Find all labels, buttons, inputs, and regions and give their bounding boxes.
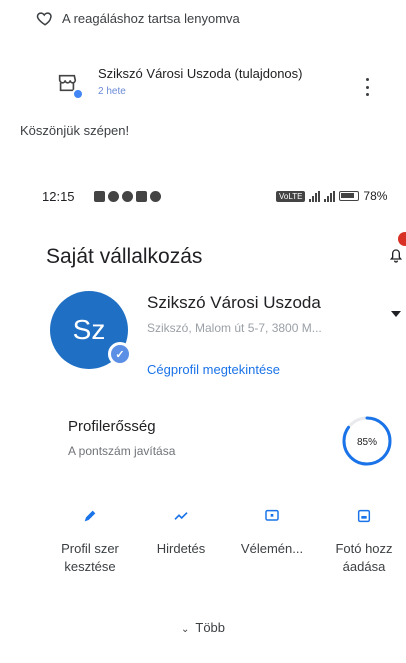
business-address: Szikszó, Malom út 5-7, 3800 M... [147, 321, 322, 335]
photo-icon [354, 506, 374, 526]
chevron-down-icon: ⌄ [180, 624, 190, 635]
quick-actions: Profil szer kesztése Hirdetés Vélemén...… [50, 506, 406, 596]
review-icon [262, 506, 282, 526]
location-icon [122, 191, 133, 202]
action-label: Profil szer kesztése [61, 541, 119, 574]
strength-title[interactable]: Profilerősség [68, 418, 156, 435]
verified-check-icon: ✓ [108, 342, 132, 366]
trending-up-icon [171, 506, 191, 526]
action-label: Vélemén... [240, 541, 304, 556]
strength-ring[interactable]: 85% [340, 414, 394, 468]
tools-icon [136, 191, 147, 202]
dropdown-caret-icon[interactable] [391, 311, 401, 317]
status-time: 12:15 [42, 189, 75, 204]
verified-badge-icon [72, 88, 84, 100]
notification-badge [398, 232, 406, 246]
action-reviews[interactable]: Vélemén... [230, 506, 314, 558]
heart-icon[interactable] [36, 9, 54, 27]
reply-text: Köszönjük szépen! [20, 123, 130, 138]
action-ads[interactable]: Hirdetés [146, 506, 216, 558]
signal-icon [309, 190, 321, 202]
react-hint-text: A reagáláshoz tartsa lenyomva [62, 10, 240, 26]
volte-icon: VoLTE [276, 190, 306, 202]
more-label: Több [195, 620, 226, 635]
page-title: Saját vállalkozás [46, 245, 203, 268]
status-bar: 12:15 VoLTE 78% [0, 185, 406, 209]
action-label: Fotó hozz áadása [335, 541, 393, 574]
gallery-icon [94, 191, 105, 202]
more-options-icon[interactable] [366, 78, 370, 96]
reply-time: 2 hete [98, 86, 126, 97]
view-profile-link[interactable]: Cégprofil megtekintése [147, 362, 280, 377]
battery-icon [339, 191, 360, 201]
business-name[interactable]: Szikszó Városi Uszoda [147, 293, 321, 313]
sync-icon [108, 191, 119, 202]
action-add-photo[interactable]: Fotó hozz áadása [322, 506, 406, 576]
signal-icon-2 [324, 190, 336, 202]
edit-pencil-icon [80, 506, 100, 526]
more-button[interactable]: ⌄ Több [0, 620, 406, 635]
reply-author: Szikszó Városi Uszoda (tulajdonos) [98, 66, 303, 81]
action-edit-profile[interactable]: Profil szer kesztése [50, 506, 130, 576]
chat-icon [150, 191, 161, 202]
action-label: Hirdetés [156, 541, 206, 556]
bell-icon[interactable] [388, 247, 404, 265]
notification-icons [94, 191, 161, 202]
strength-percent: 85% [357, 437, 377, 448]
react-row[interactable]: A reagáláshoz tartsa lenyomva [36, 9, 240, 27]
strength-subtitle[interactable]: A pontszám javítása [68, 444, 175, 458]
battery-percent: 78% [363, 189, 388, 203]
status-right: VoLTE 78% [276, 189, 387, 203]
